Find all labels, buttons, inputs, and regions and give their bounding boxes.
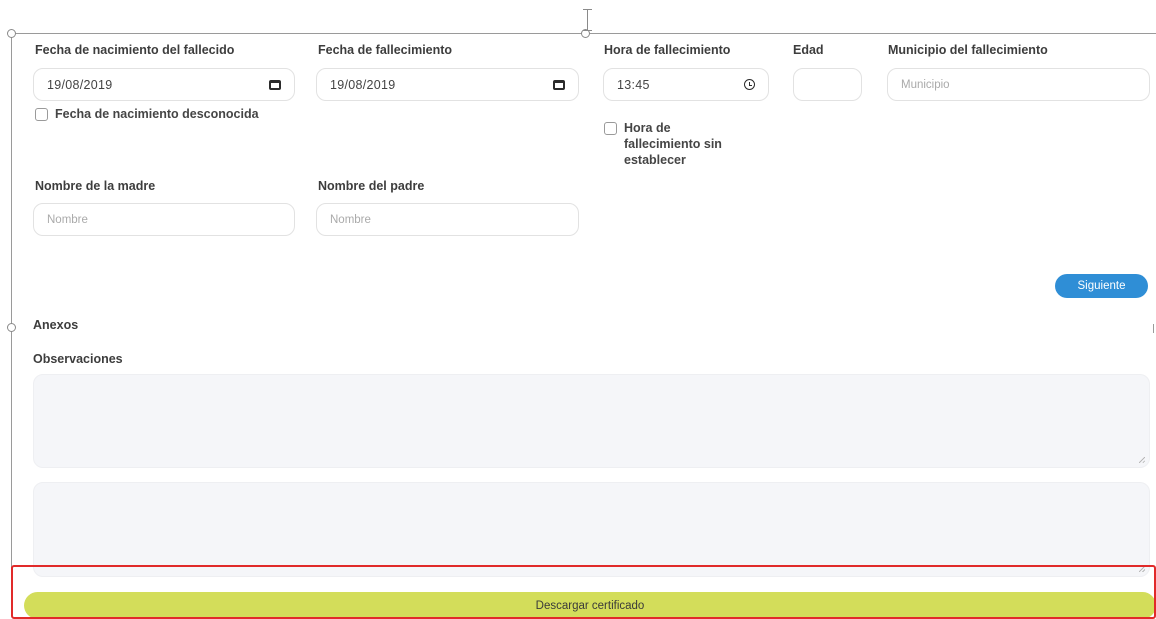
death-time-unset-label: Hora de fallecimiento sin establecer bbox=[624, 120, 722, 168]
municipality-placeholder: Municipio bbox=[901, 78, 950, 91]
death-date-input[interactable]: 19/08/2019 bbox=[316, 68, 579, 101]
mother-name-label: Nombre de la madre bbox=[35, 179, 156, 193]
observations-textarea[interactable] bbox=[33, 374, 1150, 468]
death-time-unset-label-line-3: establecer bbox=[624, 153, 686, 167]
birth-date-unknown-label: Fecha de nacimiento desconocida bbox=[55, 107, 259, 121]
death-time-unset-checkbox[interactable] bbox=[604, 122, 617, 135]
resize-handle-top-left[interactable] bbox=[7, 29, 16, 38]
death-date-label: Fecha de fallecimiento bbox=[318, 43, 453, 57]
birth-date-label: Fecha de nacimiento del fallecido bbox=[35, 43, 235, 57]
father-name-placeholder: Nombre bbox=[330, 213, 371, 226]
father-name-label: Nombre del padre bbox=[318, 179, 425, 193]
next-button[interactable]: Siguiente bbox=[1055, 274, 1148, 298]
mother-name-input[interactable]: Nombre bbox=[33, 203, 295, 236]
death-time-unset-label-line-2: fallecimiento sin bbox=[624, 137, 722, 151]
secondary-textarea[interactable] bbox=[33, 482, 1150, 577]
guide-tick-right bbox=[1153, 324, 1154, 333]
download-certificate-button[interactable]: Descargar certificado bbox=[24, 592, 1156, 619]
mother-name-placeholder: Nombre bbox=[47, 213, 88, 226]
age-label: Edad bbox=[793, 43, 824, 57]
age-input[interactable] bbox=[793, 68, 862, 101]
death-time-label: Hora de fallecimiento bbox=[604, 43, 731, 57]
text-cursor-icon bbox=[582, 9, 594, 31]
death-date-value: 19/08/2019 bbox=[330, 77, 396, 92]
observations-heading: Observaciones bbox=[33, 352, 123, 366]
municipality-label: Municipio del fallecimiento bbox=[888, 43, 1048, 57]
municipality-input[interactable]: Municipio bbox=[887, 68, 1150, 101]
selection-guide-left bbox=[11, 33, 12, 608]
birth-date-value: 19/08/2019 bbox=[47, 77, 113, 92]
father-name-input[interactable]: Nombre bbox=[316, 203, 579, 236]
death-time-unset-label-line-1: Hora de bbox=[624, 121, 671, 135]
birth-date-unknown-checkbox[interactable] bbox=[35, 108, 48, 121]
calendar-icon[interactable] bbox=[553, 79, 565, 90]
calendar-icon[interactable] bbox=[269, 79, 281, 90]
resize-grip-icon[interactable] bbox=[1139, 457, 1145, 463]
clock-icon[interactable] bbox=[744, 79, 755, 90]
birth-date-input[interactable]: 19/08/2019 bbox=[33, 68, 295, 101]
death-time-input[interactable]: 13:45 bbox=[603, 68, 769, 101]
resize-grip-icon[interactable] bbox=[1139, 566, 1145, 572]
death-time-value: 13:45 bbox=[617, 77, 650, 92]
attachments-heading: Anexos bbox=[33, 318, 79, 332]
resize-handle-left-center[interactable] bbox=[7, 323, 16, 332]
